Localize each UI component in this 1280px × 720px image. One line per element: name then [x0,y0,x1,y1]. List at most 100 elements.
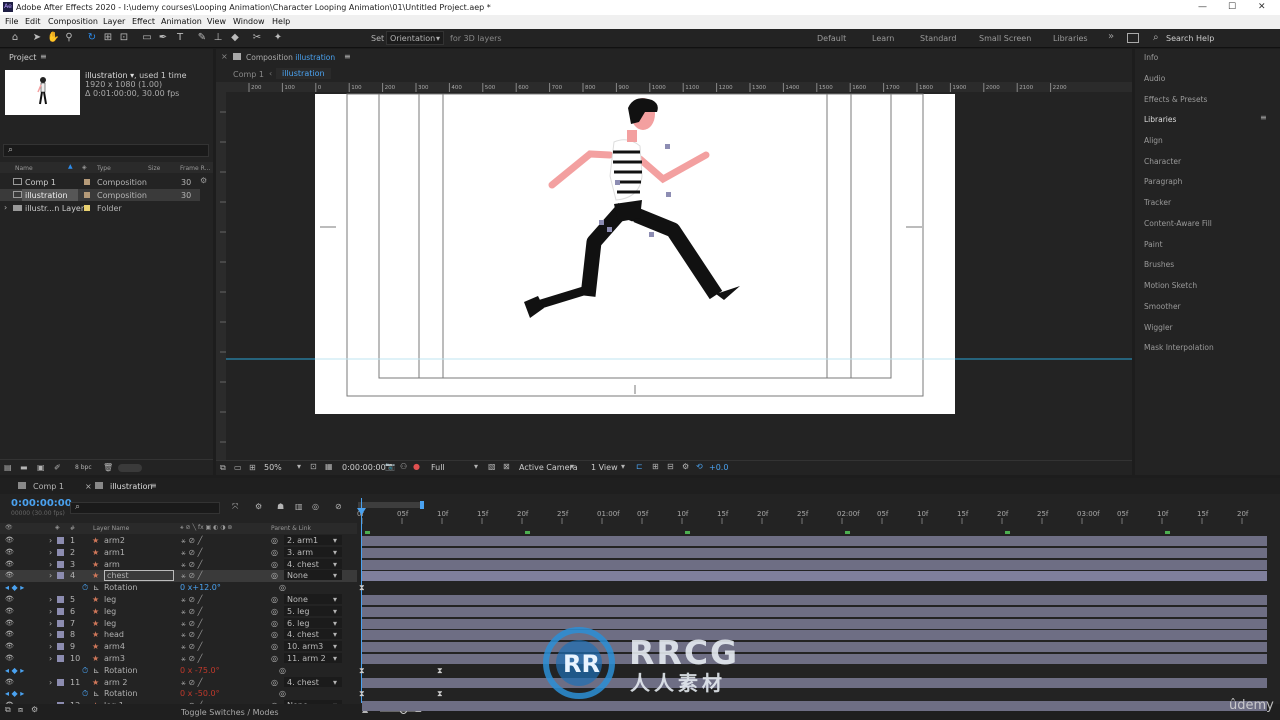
rotate-tool-icon[interactable]: ↻ [86,32,98,44]
expand-arrow-icon[interactable]: › [49,560,52,569]
camera-snapshot-icon[interactable]: 📷 [385,462,395,471]
expand-arrow-icon[interactable]: › [49,536,52,545]
expression-pick-whip-icon[interactable]: ◎ [279,666,286,675]
expand-arrow-icon[interactable]: › [49,619,52,628]
clone-stamp-icon[interactable]: ⊥ [212,32,224,44]
layer-duration-bar[interactable] [362,559,1267,570]
panel-content-aware-fill[interactable]: Content-Aware Fill [1144,219,1212,228]
project-search-input[interactable]: ⌕ [3,144,209,157]
flowchart-icon[interactable]: ⚙ [200,176,207,185]
marker-icon[interactable] [365,531,370,534]
expand-arrow-icon[interactable]: › [49,630,52,639]
layer-name[interactable]: leg [104,607,116,616]
thumbnail-slider[interactable] [118,464,142,472]
label-color-swatch[interactable] [57,631,64,639]
label-color-swatch[interactable] [57,678,64,686]
keyframe-nav-icon[interactable]: ◂ ◆ ▸ [5,689,24,698]
list-item[interactable]: illustration Composition 30 [0,189,200,201]
switches-icon[interactable]: ⚹ ⊘ ╲ fx ▣ ◐ ◑ ⊛ [180,524,232,532]
layer-name[interactable]: arm2 [104,536,125,545]
timeline-search-input[interactable]: ⌕ [70,502,220,514]
list-item[interactable]: Comp 1 Composition 30 ⚙ [0,176,213,188]
bit-depth[interactable]: 8 bpc [75,464,92,471]
visibility-eye-icon[interactable]: 👁 [5,630,14,638]
property-row[interactable]: ◂ ◆ ▸ ⏱ ⊾ Rotation 0 x -50.0° ◎ [0,688,357,700]
keyframe-icon[interactable]: ⧗ [359,666,367,675]
zoom-dropdown[interactable]: 50% [264,463,282,472]
panel-menu-icon[interactable]: ≡ [150,481,157,490]
panel-effects-presets[interactable]: Effects & Presets [1144,95,1207,104]
visibility-eye-icon[interactable]: 👁 [5,619,14,627]
close-icon[interactable]: × [221,52,228,61]
puppet-pin-icon[interactable]: ✦ [272,32,284,44]
col-type[interactable]: Type [97,165,111,172]
menu-view[interactable]: View [207,17,226,26]
layer-switches-icon[interactable]: ⧉ [5,705,11,715]
layer-switches-icon[interactable]: ⚹ ⊘ ╱ [181,536,202,546]
expand-arrow-icon[interactable]: › [49,678,52,687]
label-color-swatch[interactable] [57,548,64,556]
layer-row[interactable]: 👁 › 6 ★ leg ⚹ ⊘ ╱ ◎ 5. leg ▾ [0,605,357,618]
breadcrumb-illustration[interactable]: illustration [276,68,331,79]
menu-animation[interactable]: Animation [161,17,202,26]
menu-edit[interactable]: Edit [25,17,41,26]
property-value[interactable]: 0 x+12.0° [180,583,221,592]
timeline-timecode[interactable]: 0:00:00:00 [11,498,72,509]
layer-switches-icon[interactable]: ⚹ ⊘ ╱ [181,619,202,629]
pick-whip-icon[interactable]: ◎ [271,560,278,569]
col-parent-link[interactable]: Parent & Link [271,525,311,532]
lock-icon[interactable] [233,53,241,60]
expand-arrow-icon[interactable]: › [49,642,52,651]
layer-row[interactable]: 👁 › 7 ★ leg ⚹ ⊘ ╱ ◎ 6. leg ▾ [0,617,357,630]
brush-tool-icon[interactable]: ✎ [196,32,208,44]
pen-tool-icon[interactable]: ✒ [157,32,169,44]
tab-illustration[interactable]: illustration [110,482,153,491]
close-button[interactable]: ✕ [1258,2,1266,12]
layer-row[interactable]: 👁 › 1 ★ arm2 ⚹ ⊘ ╱ ◎ 2. arm1 ▾ [0,535,357,547]
transparency-grid-icon[interactable]: ▦ [325,462,333,471]
layer-duration-bar[interactable] [362,642,1267,653]
workspace-small-screen[interactable]: Small Screen [979,34,1031,43]
stopwatch-icon[interactable]: ⏱ [82,666,88,676]
panel-smoother[interactable]: Smoother [1144,302,1181,311]
resolution-dropdown[interactable]: Full [431,463,445,472]
visibility-eye-icon[interactable]: 👁 [5,571,14,579]
pick-whip-icon[interactable]: ◎ [271,536,278,545]
layer-row[interactable]: 👁 › 2 ★ arm1 ⚹ ⊘ ╱ ◎ 3. arm ▾ [0,546,357,559]
visibility-eye-icon[interactable]: 👁 [5,560,14,568]
list-item[interactable]: › illustr...n Layers Folder [0,202,213,214]
visibility-eye-icon[interactable]: 👁 [5,548,14,556]
keyframe-icon[interactable]: ⧗ [437,689,445,698]
exposure-value[interactable]: +0.0 [709,463,728,472]
property-row[interactable]: ◂ ◆ ▸ ⏱ ⊾ Rotation 0 x+12.0° ◎ [0,582,357,594]
layer-name[interactable]: leg [104,595,116,604]
visibility-eye-icon[interactable]: 👁 [5,678,14,686]
layer-row[interactable]: 👁 › 3 ★ arm ⚹ ⊘ ╱ ◎ 4. chest ▾ [0,558,357,571]
reset-exposure-icon[interactable]: ⟲ [696,462,703,471]
col-name[interactable]: Name [15,165,33,172]
keyframe-icon[interactable]: ⧗ [359,689,367,698]
project-tab[interactable]: Project [9,53,36,62]
expand-arrow-icon[interactable]: › [49,571,52,580]
property-value[interactable]: 0 x -50.0° [180,689,220,698]
layer-switches-icon[interactable]: ⚹ ⊘ ╱ [181,548,202,558]
layer-switches-icon[interactable]: ⚹ ⊘ ╱ [181,607,202,617]
layer-name[interactable]: arm1 [104,548,125,557]
draft-3d-icon[interactable]: ⊞ [652,462,659,471]
label-color-swatch[interactable] [57,607,64,615]
layer-switches-icon[interactable]: ⚹ ⊘ ╱ [181,642,202,652]
layer-switches-icon[interactable]: ⚹ ⊘ ╱ [181,560,202,570]
av-features-icon[interactable]: 👁 [5,524,13,531]
search-help-input[interactable]: Search Help [1166,34,1214,43]
layer-name[interactable]: arm3 [104,654,125,663]
expand-arrow-icon[interactable]: › [49,548,52,557]
panel-audio[interactable]: Audio [1144,74,1165,83]
home-icon[interactable]: ⌂ [9,32,21,44]
pick-whip-icon[interactable]: ◎ [271,548,278,557]
pan-behind-tool-icon[interactable]: ⊡ [118,32,130,44]
layer-switches-icon[interactable]: ⚹ ⊘ ╱ [181,571,202,581]
visibility-eye-icon[interactable]: 👁 [5,595,14,603]
panel-paragraph[interactable]: Paragraph [1144,177,1182,186]
workspace-overflow-icon[interactable]: » [1108,31,1114,42]
keyframe-nav-icon[interactable]: ◂ ◆ ▸ [5,666,24,675]
